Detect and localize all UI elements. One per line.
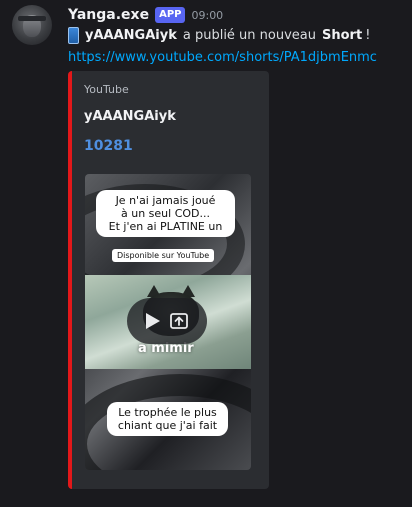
- username[interactable]: Yanga.exe: [68, 7, 149, 23]
- short-link[interactable]: https://www.youtube.com/shorts/PA1djbmEn…: [68, 50, 377, 65]
- message-text: a publié un nouveau: [182, 28, 316, 43]
- video-controls: [127, 298, 207, 344]
- timestamp[interactable]: 09:00: [191, 9, 223, 22]
- mobile-phone-icon: [68, 27, 79, 44]
- app-badge: APP: [155, 7, 186, 23]
- channel-name: yAAANGAiyk: [85, 28, 177, 43]
- youtube-embed: YouTube yAAANGAiyk 10281 Je n'ai jamais …: [68, 71, 269, 489]
- available-pill: Disponible sur YouTube: [112, 249, 215, 262]
- caption-top: Je n'ai jamais joué à un seul COD... Et …: [96, 190, 235, 237]
- embed-provider[interactable]: YouTube: [84, 83, 129, 96]
- avatar[interactable]: [12, 5, 52, 45]
- embed-count[interactable]: 10281: [84, 138, 133, 154]
- caption-bottom-line-1: Le trophée le plus: [118, 406, 217, 419]
- short-word: Short: [322, 28, 363, 43]
- message-header: Yanga.exe APP 09:00: [68, 5, 223, 25]
- message-text-end: !: [365, 28, 371, 43]
- avatar-headband: [18, 16, 46, 21]
- caption-top-line-1: Je n'ai jamais joué: [115, 194, 216, 207]
- caption-top-line-3: Et j'en ai PLATINE un: [108, 220, 223, 233]
- message-content: yAAANGAiyk a publié un nouveau Short !: [68, 27, 370, 44]
- caption-bottom: Le trophée le plus chiant que j'ai fait: [107, 402, 228, 436]
- play-icon[interactable]: [146, 313, 160, 329]
- embed-title[interactable]: yAAANGAiyk: [84, 109, 176, 124]
- video-thumbnail[interactable]: Je n'ai jamais joué à un seul COD... Et …: [85, 174, 251, 470]
- caption-top-line-2: à un seul COD...: [121, 207, 210, 220]
- caption-bottom-line-2: chiant que j'ai fait: [117, 419, 218, 432]
- open-external-icon[interactable]: [170, 313, 188, 329]
